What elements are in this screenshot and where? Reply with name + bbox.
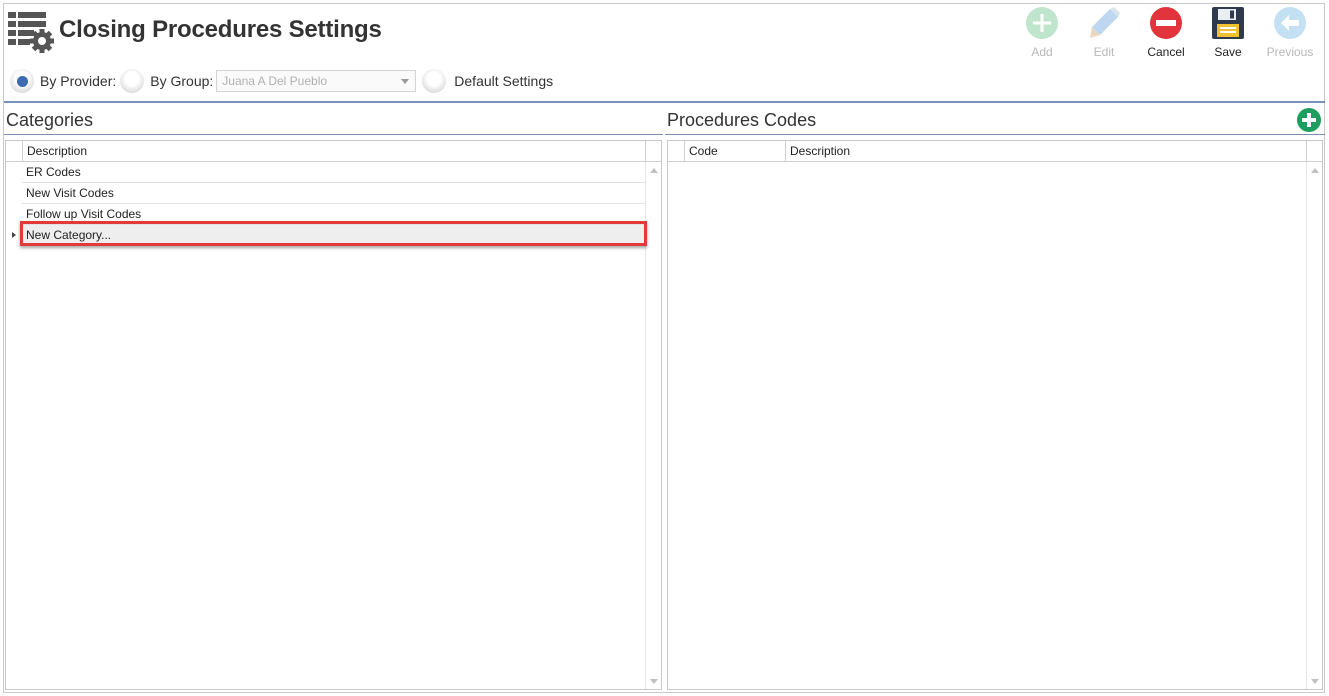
default-settings-label: Default Settings [454,73,554,89]
plus-circle-icon [1026,7,1058,39]
pencil-icon [1090,7,1120,38]
by-group-label: By Group: [150,73,214,89]
save-button[interactable]: Save [1197,6,1259,62]
floppy-disk-icon [1212,7,1244,39]
procedures-grid: Code Description [667,140,1323,690]
minus-circle-icon [1150,7,1182,39]
column-header-code[interactable]: Code [684,141,785,162]
scroll-up-icon[interactable] [1311,168,1319,173]
procedures-grid-header: Code Description [668,141,1322,162]
column-header-description[interactable]: Description [785,141,1306,162]
toolbar: Add Edit Cancel Save Previous [1011,6,1321,62]
divider [4,101,1325,103]
by-group-radio[interactable] [120,69,145,93]
settings-list-icon [8,12,54,53]
chevron-down-icon [401,79,410,84]
group-select[interactable]: Juana A Del Pueblo [216,70,417,92]
divider [4,134,663,135]
scroll-up-icon[interactable] [650,168,658,173]
scroll-down-icon[interactable] [1311,679,1319,684]
scroll-down-icon[interactable] [650,679,658,684]
row-indicator-icon [12,232,16,238]
table-row[interactable]: New Visit Codes [22,183,645,204]
add-button[interactable]: Add [1011,6,1073,62]
table-row[interactable]: Follow up Visit Codes [22,204,645,225]
procedures-title: Procedures Codes [667,110,817,130]
by-provider-label: By Provider: [40,73,117,89]
categories-grid: Description ER Codes New Visit Codes Fol… [5,140,662,690]
categories-grid-header: Description [6,141,661,162]
by-provider-radio[interactable] [10,69,34,93]
filter-row: By Provider: By Group: Juana A Del Puebl… [10,68,553,94]
table-row[interactable]: ER Codes [22,162,645,183]
edit-button[interactable]: Edit [1073,6,1135,62]
divider [665,134,1325,135]
column-header-description[interactable]: Description [22,141,645,162]
scrollbar[interactable] [1306,162,1322,689]
categories-title: Categories [6,110,94,130]
add-procedure-icon[interactable] [1297,108,1321,132]
scrollbar[interactable] [645,162,661,689]
arrow-left-circle-icon [1274,7,1306,39]
table-row-new[interactable]: New Category... [22,225,645,246]
page-title: Closing Procedures Settings [59,16,382,43]
previous-button[interactable]: Previous [1259,6,1321,62]
default-settings-radio[interactable] [422,69,447,93]
cancel-button[interactable]: Cancel [1135,6,1197,62]
